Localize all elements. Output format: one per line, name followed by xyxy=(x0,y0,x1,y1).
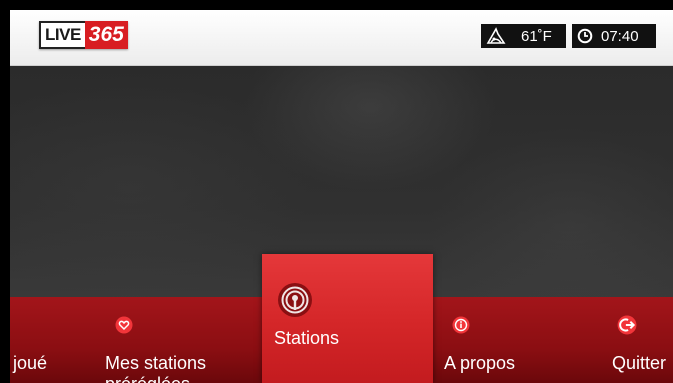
time-text: 07:40 xyxy=(601,27,639,45)
menu-item-last-played[interactable]: joué xyxy=(13,353,47,374)
live365-logo: LIVE 365 xyxy=(39,21,128,49)
weather-icon xyxy=(486,27,506,44)
logo-number-text: 365 xyxy=(84,21,128,49)
antenna-icon xyxy=(278,283,312,317)
menu-item-label: Quitter xyxy=(612,353,667,373)
logo-live-text: LIVE xyxy=(39,21,85,49)
top-bar: LIVE 365 61˚F 07:40 xyxy=(10,10,673,66)
menu-item-label: Stations xyxy=(274,328,340,348)
app-frame: LIVE 365 61˚F 07:40 joué Mes stations A … xyxy=(10,10,673,383)
info-icon xyxy=(452,316,470,334)
menu-item-stations-selected[interactable]: Stations xyxy=(262,254,433,383)
menu-item-label: A propos xyxy=(444,353,516,373)
weather-widget: 61˚F xyxy=(481,24,566,48)
temperature-text: 61˚F xyxy=(521,27,552,45)
menu-item-about[interactable]: A propos xyxy=(444,316,516,374)
clock-widget: 07:40 xyxy=(572,24,656,48)
menu-item-my-presets[interactable]: Mes stations préréglées xyxy=(105,316,207,383)
heart-icon xyxy=(115,316,133,334)
clock-icon xyxy=(577,28,593,44)
menu-item-label: joué xyxy=(13,353,48,373)
menu-item-quit[interactable]: Quitter xyxy=(612,315,667,374)
exit-arrow-icon xyxy=(617,315,637,335)
menu-item-label-line2: préréglées xyxy=(105,374,190,383)
menu-item-label-line1: Mes stations xyxy=(105,353,207,373)
